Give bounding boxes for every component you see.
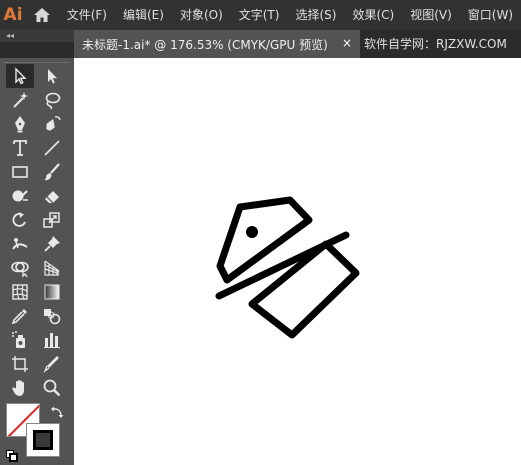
menu-file[interactable]: 文件(F) [59,0,115,30]
document-tab-strip: ◂◂ 未标题-1.ai* @ 176.53% (CMYK/GPU 预览) × 软… [0,30,521,58]
home-icon[interactable] [26,0,59,30]
menu-list: 文件(F) 编辑(E) 对象(O) 文字(T) 选择(S) 效果(C) 视图(V… [59,0,521,30]
paintbrush-tool-icon[interactable] [38,160,66,184]
blend-tool-icon[interactable] [38,304,66,328]
artboard-tool-icon[interactable] [6,352,34,376]
column-graph-tool-icon[interactable] [38,328,66,352]
menu-edit[interactable]: 编辑(E) [115,0,172,30]
swap-fill-stroke-icon[interactable] [50,404,64,418]
rotate-tool-icon[interactable] [6,208,34,232]
close-icon[interactable]: × [340,36,354,50]
lasso-tool-icon[interactable] [38,88,66,112]
magic-wand-tool-icon[interactable] [6,88,34,112]
watermark-text: 软件自学网：RJZXW.COM [364,37,507,51]
stroke-swatch[interactable] [26,423,60,457]
pin-tool-icon[interactable] [38,232,66,256]
menu-type[interactable]: 文字(T) [231,0,288,30]
default-colors-icon[interactable] [6,447,18,462]
puppet-warp-tool-icon[interactable] [6,232,34,256]
menu-effect[interactable]: 效果(C) [344,0,402,30]
tag-hole [246,226,258,238]
pen-tool-icon[interactable] [6,112,34,136]
curvature-tool-icon[interactable] [38,112,66,136]
panel-collapse-button[interactable]: ◂◂ [0,30,74,42]
stroke-color-indicator [33,430,53,450]
menu-object[interactable]: 对象(O) [172,0,231,30]
document-tab-title: 未标题-1.ai* @ 176.53% (CMYK/GPU 预览) [82,37,328,52]
shape-builder-tool-icon[interactable] [6,256,34,280]
zoom-tool-icon[interactable] [38,376,66,400]
artboard-canvas[interactable] [74,58,521,465]
line-segment-tool-icon[interactable] [38,136,66,160]
hand-tool-icon[interactable] [6,376,34,400]
perspective-grid-tool-icon[interactable] [38,256,66,280]
eraser-tool-icon[interactable] [38,184,66,208]
gradient-tool-icon[interactable] [38,280,66,304]
tools-panel [0,58,74,465]
tag-slash-artwork[interactable] [212,195,362,345]
tag-body-shape [248,240,360,339]
app-logo: Ai [3,5,23,25]
menu-select[interactable]: 选择(S) [287,0,344,30]
selection-tool-icon[interactable] [6,64,34,88]
slice-tool-icon[interactable] [38,352,66,376]
mesh-tool-icon[interactable] [6,280,34,304]
menu-view[interactable]: 视图(V) [402,0,460,30]
menu-window[interactable]: 窗口(W) [460,0,521,30]
document-tab[interactable]: 未标题-1.ai* @ 176.53% (CMYK/GPU 预览) × [74,30,360,58]
type-tool-icon[interactable] [6,136,34,160]
scale-tool-icon[interactable] [38,208,66,232]
eyedropper-tool-icon[interactable] [6,304,34,328]
rectangle-tool-icon[interactable] [6,160,34,184]
shaper-tool-icon[interactable] [6,184,34,208]
direct-selection-tool-icon[interactable] [38,64,66,88]
symbol-sprayer-tool-icon[interactable] [6,328,34,352]
menu-bar: Ai 文件(F) 编辑(E) 对象(O) 文字(T) 选择(S) 效果(C) 视… [0,0,521,30]
